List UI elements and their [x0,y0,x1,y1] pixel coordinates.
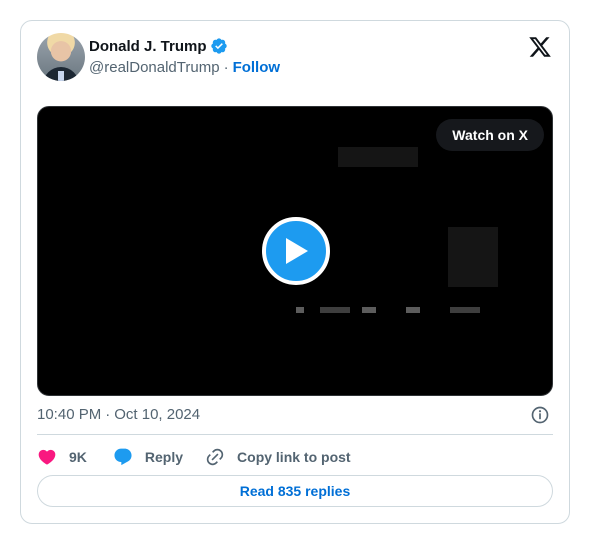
play-button[interactable] [262,217,330,285]
reply-button[interactable]: Reply [113,447,183,467]
x-logo-icon[interactable] [528,35,552,59]
embedded-post-card: Donald J. Trump @realDonaldTrump · Follo… [20,20,570,524]
author-handle[interactable]: @realDonaldTrump [89,59,220,76]
post-date: Oct 10, 2024 [114,406,201,423]
verified-badge-icon [210,38,227,54]
reply-bubble-icon [114,448,132,466]
read-replies-button[interactable]: Read 835 replies [37,475,553,507]
post-timestamp[interactable]: 10:40 PM · Oct 10, 2024 [37,406,200,423]
author-name[interactable]: Donald J. Trump [89,38,207,55]
divider [37,434,553,435]
play-icon [286,238,308,264]
copy-link-button[interactable]: Copy link to post [205,447,351,467]
author-name-row: Donald J. Trump [89,37,228,55]
reply-label: Reply [144,449,184,465]
avatar[interactable] [37,33,85,81]
watch-on-x-button[interactable]: Watch on X [436,119,544,151]
post-time: 10:40 PM [37,406,102,423]
link-icon [206,448,224,466]
video-player[interactable]: Watch on X [37,106,553,396]
action-bar: 9K Reply Copy link to post [37,445,351,469]
copy-link-label: Copy link to post [237,449,351,465]
like-count: 9K [69,449,87,465]
author-handle-row: @realDonaldTrump · Follow [89,59,280,76]
timestamp-separator: · [105,406,111,423]
info-icon[interactable] [530,405,550,425]
like-button[interactable]: 9K [37,447,87,467]
heart-icon [38,449,56,465]
separator-dot: · [223,59,229,76]
follow-link[interactable]: Follow [233,59,281,76]
